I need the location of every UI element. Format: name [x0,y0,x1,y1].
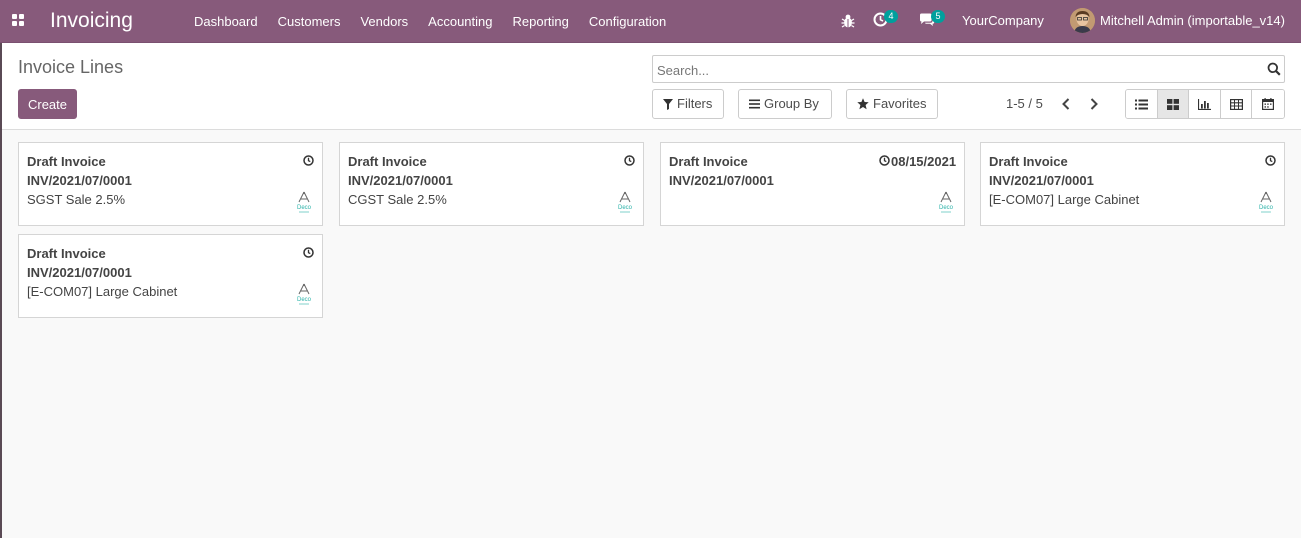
kanban-card[interactable]: Draft Invoice INV/2021/07/0001 SGST Sale… [18,142,323,226]
card-status: Draft Invoice [27,154,106,169]
kanban-card[interactable]: Draft Invoice INV/2021/07/0001 [E-COM07]… [18,234,323,318]
svg-text:Deco: Deco [297,297,312,303]
group-by-button[interactable]: Group By [738,89,832,119]
card-product: [E-COM07] Large Cabinet [989,192,1140,207]
top-navbar: Invoicing Dashboard Customers Vendors Ac… [0,0,1301,43]
search-input[interactable] [657,60,1247,80]
pivot-view-button[interactable] [1220,90,1253,118]
menu-item-reporting[interactable]: Reporting [503,0,579,43]
chevron-right-icon [1090,98,1098,110]
window-left-edge [0,43,2,538]
pager-next-button[interactable] [1081,90,1107,118]
card-product: SGST Sale 2.5% [27,192,126,207]
kanban-card[interactable]: Draft Invoice 08/15/2021 INV/2021/07/000… [660,142,965,226]
user-menu[interactable]: Mitchell Admin (importable_v14) [1100,0,1285,41]
clock-icon [624,155,635,166]
user-avatar[interactable] [1070,8,1095,33]
company-switcher[interactable]: YourCompany [962,0,1044,41]
list-view-button[interactable] [1126,90,1158,118]
calendar-view-button[interactable] [1252,90,1284,118]
chevron-left-icon [1062,98,1070,110]
filters-button[interactable]: Filters [652,89,724,119]
menu-item-vendors[interactable]: Vendors [350,0,418,43]
pager-previous-button[interactable] [1053,90,1079,118]
company-logo: Deco [1259,191,1274,213]
graph-view-button[interactable] [1189,90,1221,118]
list-view-icon [1134,99,1148,109]
company-logo: Deco [939,191,954,213]
svg-text:Deco: Deco [618,205,633,211]
svg-text:Deco: Deco [939,205,954,211]
graph-view-icon [1198,98,1212,110]
search-box [652,55,1285,83]
clock-icon [1265,155,1276,166]
menu-item-dashboard[interactable]: Dashboard [184,0,268,43]
company-logo: Deco [297,191,312,213]
group-by-bars-icon [749,99,760,109]
card-invoice-number: INV/2021/07/0001 [27,173,132,188]
clock-icon [303,155,314,166]
kanban-view-button[interactable] [1157,90,1190,118]
favorites-button[interactable]: Favorites [846,89,938,119]
filter-funnel-icon [663,98,673,110]
card-invoice-number: INV/2021/07/0001 [989,173,1094,188]
card-product: [E-COM07] Large Cabinet [27,284,178,299]
card-status: Draft Invoice [989,154,1068,169]
debug-bug-icon[interactable] [841,13,855,29]
control-panel: Invoice Lines Create Filters Group By Fa… [0,43,1301,130]
message-count-badge: 5 [931,10,945,23]
menu-item-customers[interactable]: Customers [268,0,351,43]
card-status: Draft Invoice [348,154,427,169]
card-due-date: 08/15/2021 [891,154,957,169]
main-menu: Dashboard Customers Vendors Accounting R… [184,0,676,43]
kanban-card[interactable]: Draft Invoice INV/2021/07/0001 [E-COM07]… [980,142,1285,226]
apps-menu-icon[interactable] [12,14,24,26]
card-invoice-number: INV/2021/07/0001 [669,173,774,188]
favorites-label: Favorites [873,96,927,111]
clock-icon [879,155,890,166]
group-by-label: Group By [764,96,819,111]
pager-value[interactable]: 1-5 / 5 [1006,96,1043,111]
kanban-card[interactable]: Draft Invoice INV/2021/07/0001 CGST Sale… [339,142,644,226]
calendar-view-icon [1262,98,1275,110]
card-status: Draft Invoice [27,246,106,261]
page-title: Invoice Lines [18,57,124,77]
kanban-view-icon [1166,98,1179,110]
filters-label: Filters [677,96,713,111]
star-icon [857,98,869,110]
company-logo: Deco [297,283,312,305]
app-brand[interactable]: Invoicing [50,8,133,34]
view-switcher [1125,89,1285,119]
company-logo: Deco [618,191,633,213]
clock-icon [303,247,314,258]
card-invoice-number: INV/2021/07/0001 [27,265,132,280]
svg-text:Deco: Deco [1259,205,1274,211]
menu-item-configuration[interactable]: Configuration [579,0,676,43]
svg-text:Deco: Deco [297,205,312,211]
pivot-view-icon [1229,98,1243,110]
card-invoice-number: INV/2021/07/0001 [348,173,453,188]
search-icon[interactable] [1267,62,1281,76]
menu-item-accounting[interactable]: Accounting [418,0,502,43]
activity-count-badge: 4 [884,10,898,23]
card-status: Draft Invoice [669,154,748,169]
card-product: CGST Sale 2.5% [348,192,447,207]
create-button[interactable]: Create [18,89,77,119]
